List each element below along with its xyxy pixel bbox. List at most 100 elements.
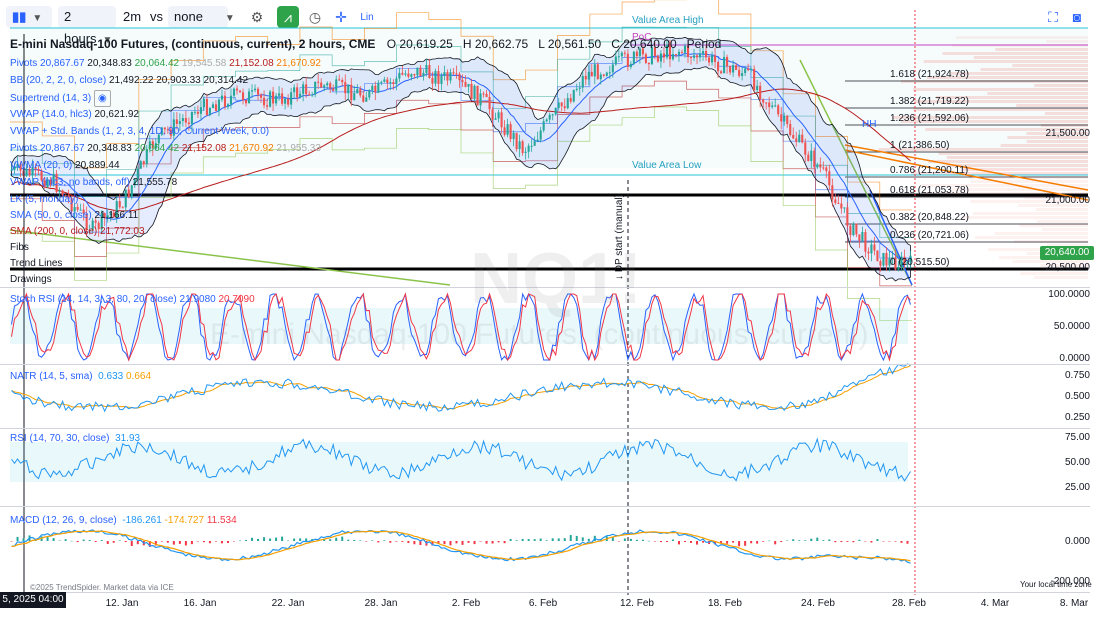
- legend-natr[interactable]: NATR (14, 5, sma) 0.633 0.664: [10, 369, 151, 384]
- macd-histogram-bar: [894, 541, 897, 542]
- candle-body: [569, 98, 572, 102]
- macd-histogram-bar: [647, 540, 650, 542]
- macd-histogram-bar: [88, 540, 91, 541]
- candle-body: [503, 127, 506, 135]
- candle-body: [467, 83, 470, 87]
- candle-body: [281, 93, 284, 104]
- stoch-axis-label: 50.0000: [1053, 321, 1090, 332]
- candle-body: [834, 199, 837, 203]
- fib-label: 1.618 (21,924.78): [890, 69, 969, 80]
- legend-vwma[interactable]: VWMA (20, 0) 20,889.44: [10, 158, 120, 173]
- macd-histogram-bar: [515, 540, 518, 541]
- candle-body: [326, 83, 329, 86]
- eye-icon[interactable]: ◉: [93, 90, 111, 107]
- macd-histogram-bar: [732, 541, 735, 543]
- candle-body: [353, 93, 356, 101]
- macd-histogram-bar: [76, 541, 79, 543]
- price-axis-label: 21,500.00: [1045, 128, 1091, 139]
- candle-body: [359, 89, 362, 96]
- candle-body: [238, 90, 242, 93]
- macd-histogram-bar: [557, 538, 560, 541]
- candle-body: [196, 111, 199, 114]
- legend-bb[interactable]: BB (20, 2, 2, 0, close) 21,492.22 20,903…: [10, 73, 248, 88]
- candle-body: [620, 52, 623, 57]
- candle-body: [632, 51, 635, 64]
- legend-pivots[interactable]: Pivots 20,867.67 20,348.83 20,064.42 19,…: [10, 56, 321, 71]
- pane-separator[interactable]: [0, 428, 1090, 429]
- candle-body: [578, 87, 581, 89]
- macd-histogram-bar: [744, 541, 747, 546]
- candle-body: [647, 62, 650, 65]
- candle-body: [256, 88, 260, 95]
- candle-body: [692, 55, 696, 58]
- rsi-axis-label: 25.00: [1064, 482, 1090, 493]
- candle-body: [320, 82, 323, 88]
- date-label: 6. Feb: [528, 598, 558, 609]
- candle-body: [750, 68, 753, 71]
- macd-histogram-bar: [275, 537, 278, 541]
- macd-histogram-bar: [683, 541, 686, 543]
- candle-body: [142, 161, 145, 165]
- macd-histogram-bar: [690, 541, 693, 543]
- candle-body: [674, 54, 678, 56]
- candle-body: [473, 85, 476, 100]
- legend-fibs[interactable]: Fibs: [10, 240, 29, 255]
- pane-separator[interactable]: [0, 364, 1090, 365]
- legend-stoch-rsi[interactable]: Stoch RSI (14, 14, 3, 3, 80, 20, close) …: [10, 292, 255, 307]
- candle-body: [211, 104, 215, 109]
- pane-separator[interactable]: [0, 287, 1090, 288]
- legend-sma200[interactable]: SMA (200, 0, close) 21,772.03: [10, 224, 145, 239]
- candle-body: [407, 73, 410, 77]
- legend-rsi[interactable]: RSI (14, 70, 30, close) 31.93: [10, 431, 140, 446]
- value-area-low-label: Value Area Low: [632, 160, 702, 171]
- candle-body: [491, 109, 494, 120]
- macd-histogram-bar: [226, 541, 229, 544]
- candle-body: [617, 56, 620, 58]
- date-label: 16. Jan: [183, 598, 217, 609]
- macd-histogram-bar: [786, 540, 789, 542]
- macd-histogram-bar: [341, 536, 344, 541]
- macd-histogram-bar: [527, 539, 530, 541]
- candle-body: [759, 85, 762, 100]
- legend-sma50[interactable]: SMA (50, 0, close) 21,166.11: [10, 208, 138, 223]
- candle-body: [260, 94, 263, 98]
- candle-body: [876, 250, 879, 262]
- legend-vwap-bands[interactable]: VWAP + Std. Bands (1, 2, 3, 4, 1D, 90, C…: [10, 124, 269, 139]
- volume-profile-bar: [1019, 224, 1088, 227]
- candle-body: [374, 85, 377, 93]
- macd-histogram-bar: [677, 541, 680, 545]
- macd-histogram-bar: [58, 540, 61, 541]
- pane-separator[interactable]: [0, 506, 1090, 507]
- candle-body: [509, 124, 512, 140]
- candle-body: [293, 87, 296, 93]
- legend-macd[interactable]: MACD (12, 26, 9, close) -186.261 -174.72…: [10, 513, 237, 528]
- legend-supertrend[interactable]: Supertrend (14, 3) ◉: [10, 90, 111, 107]
- legend-vwap[interactable]: VWAP (14.0, hlc3) 20,621.92: [10, 107, 139, 122]
- legend-pivots-2[interactable]: Pivots 20,867.67 20,348.83 20,064.42 21,…: [10, 141, 321, 156]
- legend-trend-lines[interactable]: Trend Lines: [10, 256, 62, 271]
- last-price-tag: 20,640.00: [1040, 246, 1094, 260]
- candle-body: [768, 102, 771, 108]
- stoch-axis-label: 0.0000: [1059, 353, 1090, 364]
- candle-body: [813, 150, 816, 168]
- macd-histogram-bar: [196, 541, 199, 542]
- candle-body: [584, 75, 587, 80]
- macd-histogram-bar: [882, 541, 885, 542]
- macd-histogram-bar: [870, 541, 873, 543]
- legend-lk[interactable]: LK (5, monday): [10, 192, 78, 207]
- volume-profile-bar: [972, 212, 1088, 215]
- macd-histogram-bar: [635, 539, 638, 541]
- candle-body: [476, 85, 479, 106]
- macd-histogram-bar: [641, 539, 644, 541]
- macd-histogram-bar: [172, 541, 175, 545]
- macd-histogram-bar: [251, 537, 254, 541]
- candle-body: [542, 121, 545, 131]
- candle-body: [765, 102, 768, 104]
- legend-vwap-no-bands[interactable]: VWAP (hlc3, no bands, off) 21,555.78: [10, 175, 177, 190]
- macd-histogram-bar: [287, 540, 290, 542]
- candle-body: [226, 104, 230, 107]
- rsi-band: [10, 442, 908, 482]
- candle-body: [199, 107, 202, 114]
- legend-drawings[interactable]: Drawings: [10, 272, 52, 287]
- macd-histogram-bar: [509, 538, 512, 541]
